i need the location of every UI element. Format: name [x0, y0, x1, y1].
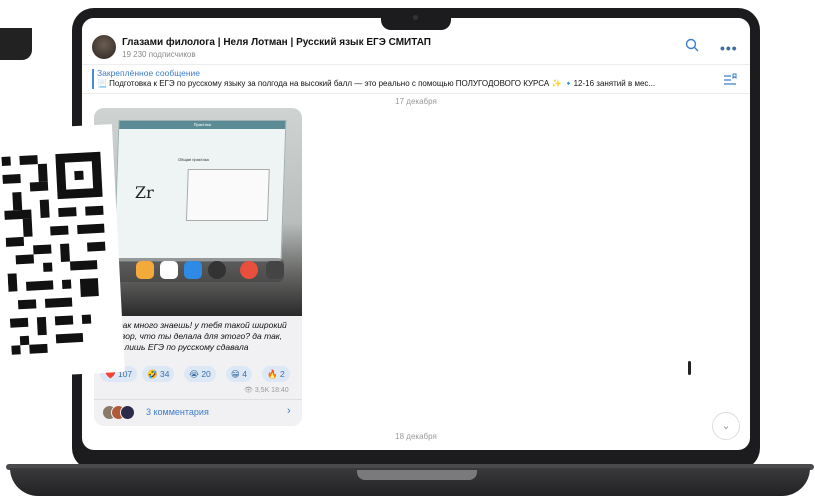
date-separator: 18 декабря [395, 432, 437, 441]
comments-link[interactable]: 3 комментария [146, 407, 209, 417]
reaction-count: 2 [279, 369, 285, 379]
laughing-icon: 🤣 [147, 369, 158, 379]
reaction-laugh[interactable]: 🤣 34 [142, 366, 175, 382]
photo-monitor: Практика Общая практика Zr [113, 120, 287, 262]
chrome-app-icon [240, 261, 258, 279]
channel-post: Практика Общая практика Zr ты так много … [94, 108, 302, 426]
calendar-app-icon [160, 261, 178, 279]
pinned-indicator [92, 69, 94, 89]
comments-divider [94, 399, 302, 400]
reaction-cry[interactable]: 😭 20 [184, 366, 216, 382]
pinned-list-icon[interactable] [723, 72, 737, 86]
pinned-label: Закреплённое сообщение [97, 68, 200, 78]
photos-app-icon [136, 261, 154, 279]
reaction-count: 20 [201, 369, 211, 379]
chevron-right-icon[interactable]: › [287, 405, 291, 417]
photo-element: Zr [134, 183, 155, 202]
more-icon[interactable]: ••• [720, 40, 738, 56]
reaction-fire[interactable]: 🔥 2 [262, 366, 290, 382]
post-caption: ты так много знаешь! у тебя такой широки… [100, 320, 287, 352]
app-icon [266, 261, 284, 279]
telegram-screen: Глазами филолога | Неля Лотман | Русский… [82, 18, 750, 450]
channel-title[interactable]: Глазами филолога | Неля Лотман | Русский… [122, 37, 431, 48]
fire-icon: 🔥 [267, 369, 278, 379]
post-photo[interactable]: Практика Общая практика Zr [94, 108, 302, 316]
search-icon[interactable] [685, 38, 699, 52]
date-separator: 17 декабря [395, 97, 437, 106]
post-views-time: 👁 3,5K 18:40 [244, 387, 289, 394]
scroll-down-button[interactable]: ⌄ [712, 412, 740, 440]
camera-app-icon [208, 261, 226, 279]
avatar [120, 405, 135, 420]
reactions-row: ❤️ 107 🤣 34 😭 20 😁 4 🔥 2 [100, 366, 300, 384]
photo-task-box [185, 169, 270, 221]
commenter-avatars [102, 405, 142, 420]
channel-avatar[interactable] [92, 35, 116, 59]
photo-section-text: Общая практика [178, 157, 209, 162]
reaction-count: 4 [242, 369, 247, 379]
subscriber-count: 19 230 подписчиков [122, 50, 196, 59]
camera-icon [413, 15, 418, 20]
laptop-groove [357, 470, 477, 480]
pinned-text[interactable]: 📃 Подготовка к ЕГЭ по русскому языку за … [97, 79, 722, 88]
reaction-grin[interactable]: 😁 4 [226, 366, 252, 382]
crying-icon: 😭 [189, 369, 199, 379]
reaction-count: 34 [159, 369, 170, 379]
background-shape [0, 28, 32, 60]
qr-code-icon [0, 142, 121, 364]
grin-icon: 😁 [231, 369, 240, 379]
scrollbar[interactable] [688, 361, 691, 375]
qr-code-card [0, 124, 125, 378]
appstore-app-icon [184, 261, 202, 279]
photo-header-text: Практика [193, 122, 212, 127]
